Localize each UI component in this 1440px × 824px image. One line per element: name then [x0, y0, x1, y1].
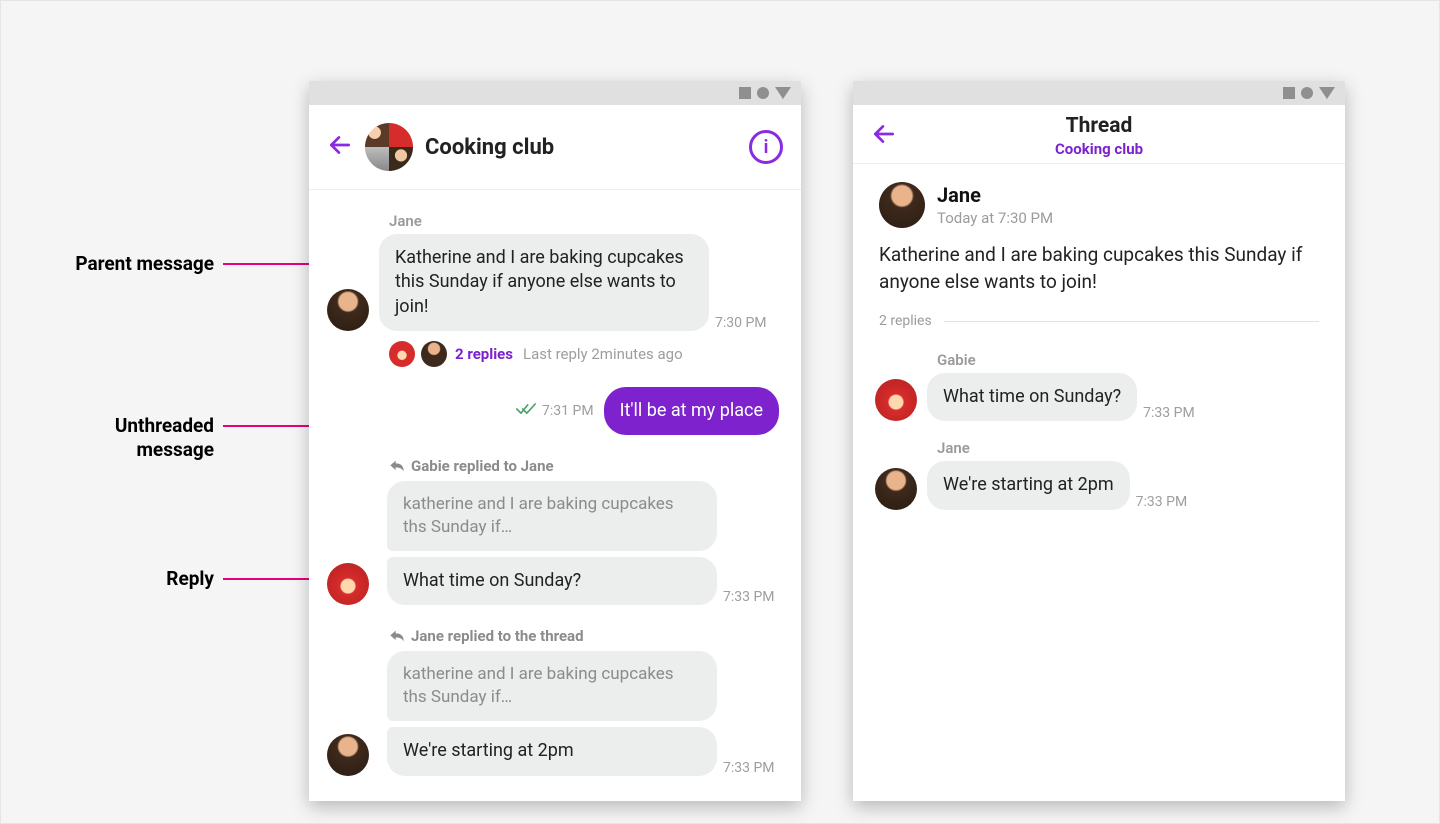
message-row-reply-1[interactable]: katherine and I are baking cupcakes ths …: [327, 481, 783, 605]
reply-icon: [389, 628, 405, 644]
avatar-jane[interactable]: [875, 468, 917, 510]
status-stop-icon: [1283, 87, 1295, 99]
message-timestamp: 7:33 PM: [1143, 405, 1195, 421]
chat-messages[interactable]: Jane Katherine and I are baking cupcakes…: [309, 190, 801, 794]
message-timestamp: 7:33 PM: [723, 589, 775, 605]
annotation-unthreaded-message: Unthreaded message: [1, 414, 214, 462]
thread-messages[interactable]: Gabie What time on Sunday? 7:33 PM Jane …: [853, 337, 1345, 528]
message-bubble-parent[interactable]: Katherine and I are baking cupcakes this…: [379, 234, 709, 331]
message-row-mine[interactable]: 7:31 PM It'll be at my place: [327, 387, 783, 435]
quoted-parent-bubble[interactable]: katherine and I are baking cupcakes ths …: [387, 481, 717, 551]
status-bar: [853, 81, 1345, 105]
message-timestamp: 7:30 PM: [715, 315, 767, 331]
status-dot-icon: [757, 87, 769, 99]
chat-screen: Cooking club i Jane Katherine and I are …: [309, 105, 801, 801]
reply-heading-jane: Jane replied to the thread: [389, 627, 783, 645]
thread-reply-count: 2 replies: [455, 345, 513, 363]
read-receipt-icon: [516, 403, 536, 419]
quoted-parent-bubble[interactable]: katherine and I are baking cupcakes ths …: [387, 651, 717, 721]
replies-divider: 2 replies: [853, 303, 1345, 337]
status-bar: [309, 81, 801, 105]
thread-summary[interactable]: 2 replies Last reply 2minutes ago: [389, 341, 783, 367]
message-bubble-mine[interactable]: It'll be at my place: [604, 387, 779, 435]
reply-heading-gabie: Gabie replied to Jane: [389, 457, 783, 475]
replies-count-label: 2 replies: [879, 313, 932, 329]
thread-parent-message[interactable]: Jane Today at 7:30 PM Katherine and I ar…: [853, 164, 1345, 303]
annotation-parent-message: Parent message: [1, 252, 214, 276]
thread-last-reply-time: Last reply 2minutes ago: [523, 345, 683, 363]
status-stop-icon: [739, 87, 751, 99]
group-avatar[interactable]: [365, 123, 413, 171]
parent-sender-name: Jane: [937, 183, 1053, 207]
status-dropdown-icon: [1319, 87, 1335, 99]
message-row-reply-2[interactable]: katherine and I are baking cupcakes ths …: [327, 651, 783, 775]
annotation-reply: Reply: [1, 567, 214, 591]
thread-header: Thread Cooking club: [853, 105, 1345, 164]
thread-title: Thread: [853, 114, 1345, 138]
message-timestamp: 7:33 PM: [1136, 494, 1188, 510]
message-row-parent[interactable]: Katherine and I are baking cupcakes this…: [327, 234, 783, 331]
back-button[interactable]: [327, 132, 353, 162]
info-icon: i: [764, 137, 769, 158]
sender-label: Jane: [389, 212, 783, 230]
message-bubble-thread-reply[interactable]: What time on Sunday?: [927, 373, 1137, 421]
thread-participant-avatar-jane: [421, 341, 447, 367]
avatar-jane[interactable]: [327, 289, 369, 331]
thread-reply-row[interactable]: What time on Sunday? 7:33 PM: [875, 373, 1323, 421]
message-bubble-reply-1[interactable]: What time on Sunday?: [387, 557, 717, 605]
thread-subtitle-channel[interactable]: Cooking club: [853, 140, 1345, 158]
phone-frame-chat: Cooking club i Jane Katherine and I are …: [309, 81, 801, 801]
status-dropdown-icon: [775, 87, 791, 99]
thread-reply-row[interactable]: We're starting at 2pm 7:33 PM: [875, 461, 1323, 509]
chat-title: Cooking club: [425, 135, 554, 160]
info-button[interactable]: i: [749, 130, 783, 164]
status-dot-icon: [1301, 87, 1313, 99]
reply-icon: [389, 458, 405, 474]
thread-participant-avatar-gabie: [389, 341, 415, 367]
message-timestamp: 7:33 PM: [723, 760, 775, 776]
phone-frame-thread: Thread Cooking club Jane Today at 7:30 P…: [853, 81, 1345, 801]
avatar-gabie[interactable]: [327, 563, 369, 605]
parent-timestamp: Today at 7:30 PM: [937, 209, 1053, 227]
avatar-jane[interactable]: [327, 734, 369, 776]
message-timestamp: 7:31 PM: [542, 403, 594, 419]
thread-screen: Thread Cooking club Jane Today at 7:30 P…: [853, 105, 1345, 801]
avatar-jane[interactable]: [879, 182, 925, 228]
message-bubble-reply-2[interactable]: We're starting at 2pm: [387, 727, 717, 775]
avatar-gabie[interactable]: [875, 379, 917, 421]
sender-label: Jane: [937, 439, 1323, 457]
message-bubble-thread-reply[interactable]: We're starting at 2pm: [927, 461, 1130, 509]
chat-header: Cooking club i: [309, 105, 801, 190]
sender-label: Gabie: [937, 351, 1323, 369]
annotation-unthreaded-line2: message: [136, 438, 214, 461]
annotation-unthreaded-line1: Unthreaded: [115, 414, 214, 437]
divider-line: [944, 321, 1319, 322]
parent-message-text: Katherine and I are baking cupcakes this…: [879, 242, 1319, 295]
